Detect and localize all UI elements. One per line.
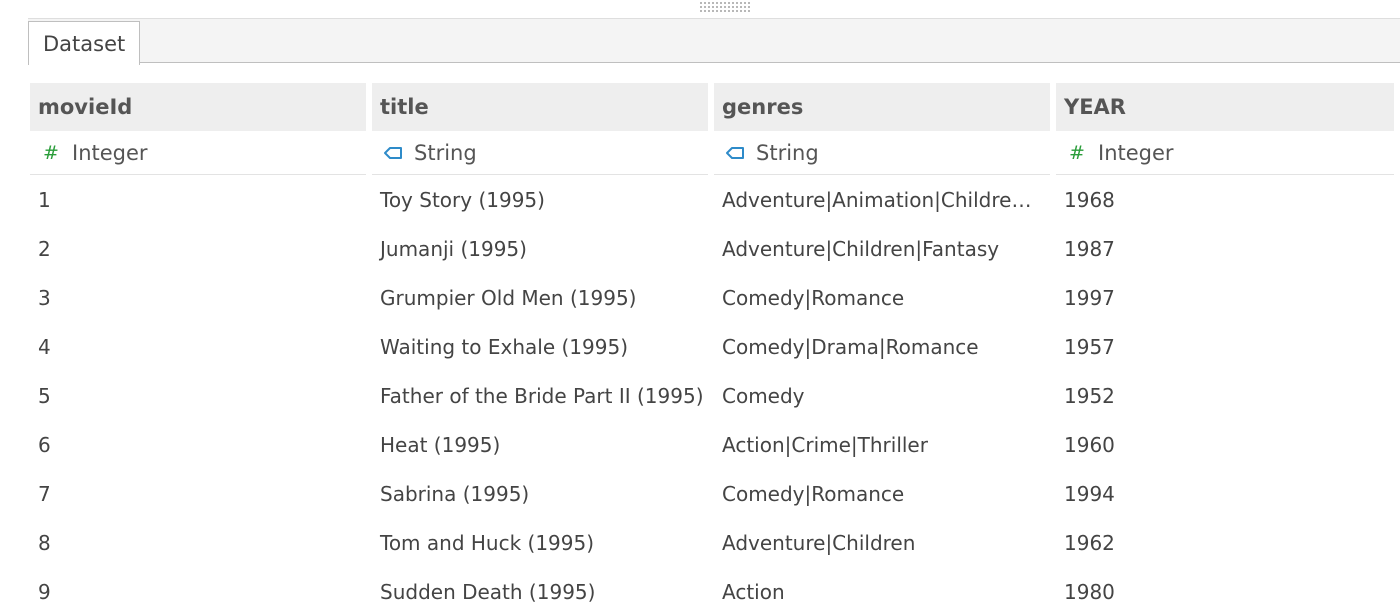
column-header-movieid[interactable]: movieId xyxy=(30,83,366,131)
hash-icon: # xyxy=(43,141,59,164)
column-type-label: Integer xyxy=(1098,140,1174,165)
cell-genres: Adventure|Children|Fantasy xyxy=(714,224,1050,273)
column-type-row: # Integer String String # Integer xyxy=(30,131,1394,175)
tag-icon xyxy=(724,146,746,160)
cell-year: 1994 xyxy=(1064,481,1115,506)
cell-genres: Comedy|Romance xyxy=(714,273,1050,322)
cell-genres: Adventure|Animation|Children|Comedy|Fant… xyxy=(714,175,1050,224)
cell-movieid: 1 xyxy=(38,187,51,212)
column-type-label: String xyxy=(756,140,819,165)
cell-genres: Action xyxy=(714,567,1050,616)
cell-year: 1968 xyxy=(1064,187,1115,212)
table-row: 6 Heat (1995) Action|Crime|Thriller 1960 xyxy=(30,420,1394,469)
cell-title: Toy Story (1995) xyxy=(380,187,545,212)
column-type-year: # Integer xyxy=(1056,131,1394,175)
column-header-title[interactable]: title xyxy=(372,83,708,131)
cell-genres: Comedy|Drama|Romance xyxy=(714,322,1050,371)
table-row: 5 Father of the Bride Part II (1995) Comed… xyxy=(30,371,1394,420)
table-row: 9 Sudden Death (1995) Action 1980 xyxy=(30,567,1394,616)
cell-text: Comedy xyxy=(722,383,805,408)
table-row: 1 Toy Story (1995) Adventure|Animation|Chi… xyxy=(30,175,1394,224)
data-preview-grid: movieId title genres YEAR # Integer Stri… xyxy=(30,83,1394,616)
cell-movieid: 2 xyxy=(38,236,51,261)
table-body: 1 Toy Story (1995) Adventure|Animation|Chi… xyxy=(30,175,1394,616)
cell-text: Comedy|Romance xyxy=(722,285,905,310)
tag-icon xyxy=(382,146,404,160)
cell-genres: Comedy xyxy=(714,371,1050,420)
cell-title: Heat (1995) xyxy=(380,432,501,457)
column-header-year[interactable]: YEAR xyxy=(1056,83,1394,131)
cell-movieid: 6 xyxy=(38,432,51,457)
table-row: 8 Tom and Huck (1995) Adventure|Children 19… xyxy=(30,518,1394,567)
panel-resize-handle[interactable] xyxy=(700,2,752,14)
column-header-row: movieId title genres YEAR xyxy=(30,83,1394,131)
column-type-movieid: # Integer xyxy=(30,131,366,175)
cell-movieid: 5 xyxy=(38,383,51,408)
cell-year: 1980 xyxy=(1064,579,1115,604)
cell-title: Waiting to Exhale (1995) xyxy=(380,334,628,359)
cell-title: Father of the Bride Part II (1995) xyxy=(380,383,704,408)
cell-year: 1962 xyxy=(1064,530,1115,555)
cell-text: Comedy|Drama|Romance xyxy=(722,334,979,359)
cell-title: Sabrina (1995) xyxy=(380,481,530,506)
cell-text: Adventure|Children|Fantasy xyxy=(722,236,1000,261)
cell-year: 1997 xyxy=(1064,285,1115,310)
cell-text: Adventure|Animation|Children|Comedy|Fant… xyxy=(722,187,1044,212)
cell-title: Sudden Death (1995) xyxy=(380,579,596,604)
cell-year: 1957 xyxy=(1064,334,1115,359)
cell-movieid: 9 xyxy=(38,579,51,604)
cell-title: Grumpier Old Men (1995) xyxy=(380,285,637,310)
column-type-label: String xyxy=(414,140,477,165)
cell-title: Tom and Huck (1995) xyxy=(380,530,595,555)
cell-year: 1987 xyxy=(1064,236,1115,261)
cell-genres: Adventure|Children xyxy=(714,518,1050,567)
cell-movieid: 4 xyxy=(38,334,51,359)
cell-year: 1960 xyxy=(1064,432,1115,457)
hash-icon: # xyxy=(1069,141,1085,164)
column-type-genres: String xyxy=(714,131,1050,175)
cell-movieid: 8 xyxy=(38,530,51,555)
cell-year: 1952 xyxy=(1064,383,1115,408)
table-row: 4 Waiting to Exhale (1995) Comedy|Drama|Ro… xyxy=(30,322,1394,371)
table-row: 2 Jumanji (1995) Adventure|Children|Fantas… xyxy=(30,224,1394,273)
cell-genres: Comedy|Romance xyxy=(714,469,1050,518)
cell-text: Comedy|Romance xyxy=(722,481,905,506)
cell-text: Action xyxy=(722,579,785,604)
cell-genres: Action|Crime|Thriller xyxy=(714,420,1050,469)
column-type-label: Integer xyxy=(72,140,148,165)
tab-dataset[interactable]: Dataset xyxy=(28,21,141,65)
cell-text: Adventure|Children xyxy=(722,530,916,555)
column-type-title: String xyxy=(372,131,708,175)
tab-strip: Dataset xyxy=(28,18,1400,65)
column-header-genres[interactable]: genres xyxy=(714,83,1050,131)
cell-text: Action|Crime|Thriller xyxy=(722,432,928,457)
cell-movieid: 7 xyxy=(38,481,51,506)
table-row: 7 Sabrina (1995) Comedy|Romance 1994 xyxy=(30,469,1394,518)
cell-movieid: 3 xyxy=(38,285,51,310)
cell-title: Jumanji (1995) xyxy=(380,236,527,261)
table-row: 3 Grumpier Old Men (1995) Comedy|Romance 19… xyxy=(30,273,1394,322)
